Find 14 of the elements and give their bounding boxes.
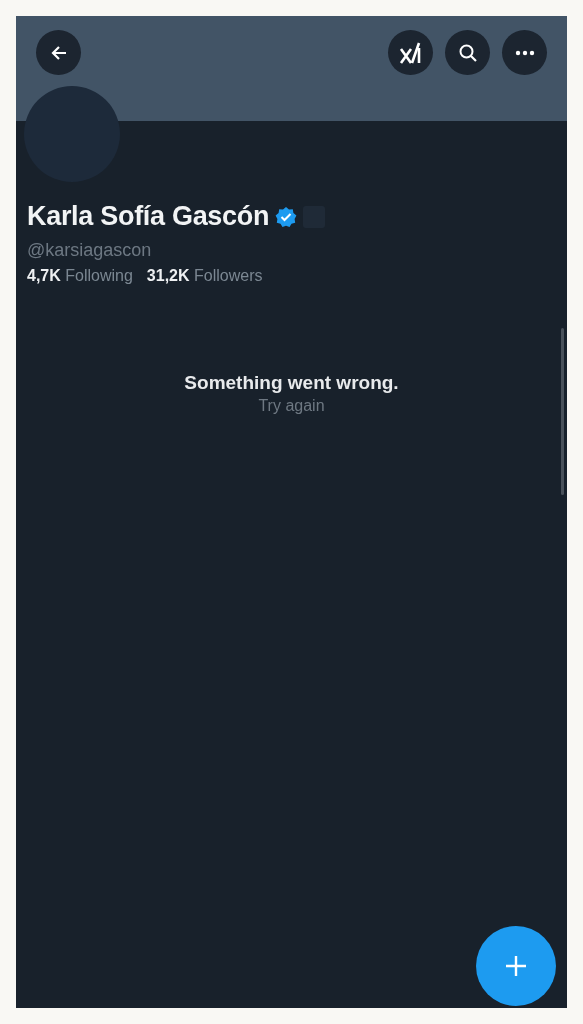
profile-handle: @karsiagascon: [27, 240, 153, 261]
profile-name: Karla Sofía Gascón: [27, 201, 270, 232]
more-button[interactable]: [502, 30, 547, 75]
try-again-button[interactable]: Try again: [258, 397, 325, 415]
plus-icon: [505, 955, 527, 977]
error-message: Something went wrong.: [184, 372, 399, 394]
follow-stat-link[interactable]: 31,2K Followers: [146, 267, 263, 285]
logo-button[interactable]: [388, 30, 433, 75]
search-button[interactable]: [445, 30, 490, 75]
search-icon: [457, 42, 478, 63]
more-icon: [514, 49, 535, 56]
follow-stat-link[interactable]: 4,7K Following: [27, 267, 133, 285]
back-button[interactable]: [36, 30, 81, 75]
slash-logo-icon: [398, 41, 423, 64]
